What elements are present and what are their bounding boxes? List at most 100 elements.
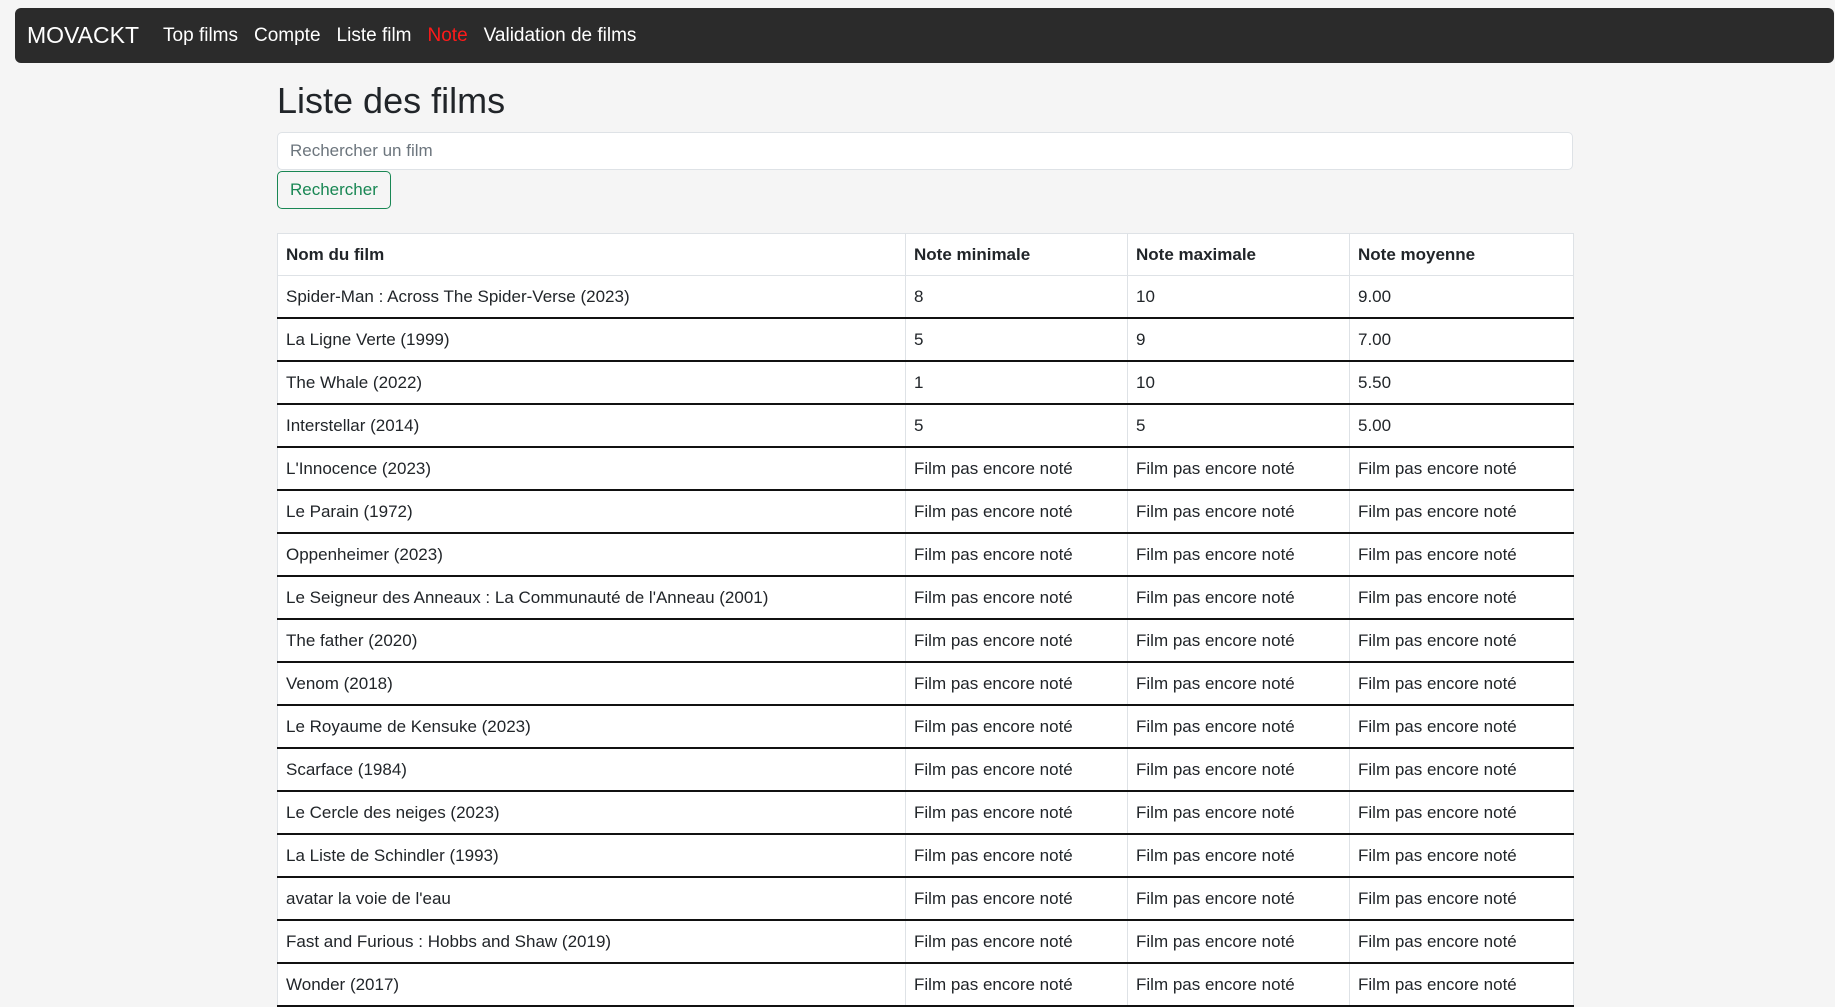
search-button[interactable]: Rechercher — [277, 171, 391, 210]
film-name-cell: La Liste de Schindler (1993) — [277, 834, 906, 879]
note-minimale-cell: Film pas encore noté — [905, 791, 1128, 836]
note-moyenne-cell: 7.00 — [1349, 318, 1574, 363]
nav-link-validation-de-films[interactable]: Validation de films — [484, 25, 637, 47]
note-maximale-cell: Film pas encore noté — [1127, 576, 1350, 621]
film-name-cell: Le Royaume de Kensuke (2023) — [277, 705, 906, 750]
table-header: Nom du film Note minimale Note maximale Not… — [277, 233, 1574, 277]
film-name-cell: Scarface (1984) — [277, 748, 906, 793]
page-title: Liste des films — [277, 80, 506, 121]
note-minimale-cell: Film pas encore noté — [905, 705, 1128, 750]
note-maximale-cell: Film pas encore noté — [1127, 619, 1350, 664]
note-moyenne-cell: Film pas encore noté — [1349, 490, 1574, 535]
navbar: MOVACKT Top films Compte Liste film Note… — [15, 8, 1834, 63]
film-name-cell: Le Seigneur des Anneaux : La Communauté … — [277, 576, 906, 621]
note-minimale-cell: Film pas encore noté — [905, 662, 1128, 707]
table-row: Le Cercle des neiges (2023) Film pas enco… — [277, 791, 1574, 836]
table-row: La Liste de Schindler (1993) Film pas enc… — [277, 834, 1574, 879]
table-row: Fast and Furious : Hobbs and Shaw (2019)… — [277, 920, 1574, 965]
note-minimale-cell: Film pas encore noté — [905, 877, 1128, 922]
note-minimale-cell: Film pas encore noté — [905, 576, 1128, 621]
note-minimale-cell: Film pas encore noté — [905, 920, 1128, 965]
note-maximale-cell: Film pas encore noté — [1127, 834, 1350, 879]
table-row: Oppenheimer (2023) Film pas encore noté Fi… — [277, 533, 1574, 578]
nav-link-liste-film[interactable]: Liste film — [337, 25, 412, 47]
nav-link-compte[interactable]: Compte — [254, 25, 321, 47]
note-maximale-cell: Film pas encore noté — [1127, 877, 1350, 922]
search-input[interactable] — [277, 132, 1573, 171]
note-moyenne-cell: 9.00 — [1349, 275, 1574, 320]
note-minimale-cell: Film pas encore noté — [905, 490, 1128, 535]
film-name-cell: L'Innocence (2023) — [277, 447, 906, 492]
table-row: The Whale (2022) 1 10 5.50 — [277, 361, 1574, 406]
film-name-cell: avatar la voie de l'eau — [277, 877, 906, 922]
film-name-cell: Venom (2018) — [277, 662, 906, 707]
table-body: Spider-Man : Across The Spider-Verse (20… — [277, 275, 1574, 1007]
film-name-cell: Interstellar (2014) — [277, 404, 906, 449]
note-moyenne-cell: Film pas encore noté — [1349, 748, 1574, 793]
note-moyenne-cell: Film pas encore noté — [1349, 619, 1574, 664]
note-maximale-cell: Film pas encore noté — [1127, 920, 1350, 965]
note-moyenne-cell: Film pas encore noté — [1349, 963, 1574, 1007]
note-minimale-cell: Film pas encore noté — [905, 533, 1128, 578]
note-maximale-cell: Film pas encore noté — [1127, 662, 1350, 707]
note-moyenne-cell: Film pas encore noté — [1349, 834, 1574, 879]
note-maximale-cell: Film pas encore noté — [1127, 447, 1350, 492]
main-content: Liste des films Rechercher Nom du filmNo… — [277, 63, 1574, 1007]
film-name-cell: La Ligne Verte (1999) — [277, 318, 906, 363]
note-moyenne-cell: Film pas encore noté — [1349, 533, 1574, 578]
table-row: L'Innocence (2023) Film pas encore noté Fi… — [277, 447, 1574, 492]
note-minimale-cell: 5 — [905, 404, 1128, 449]
note-moyenne-cell: 5.50 — [1349, 361, 1574, 406]
column-header-note-moyenne: Note moyenne — [1349, 233, 1574, 277]
note-minimale-cell: 5 — [905, 318, 1128, 363]
note-minimale-cell: Film pas encore noté — [905, 447, 1128, 492]
note-minimale-cell: Film pas encore noté — [905, 963, 1128, 1007]
note-moyenne-cell: Film pas encore noté — [1349, 662, 1574, 707]
table-row: Le Seigneur des Anneaux : La Communauté … — [277, 576, 1574, 621]
note-minimale-cell: Film pas encore noté — [905, 748, 1128, 793]
brand-link[interactable]: MOVACKT — [27, 22, 139, 49]
films-table: Nom du film Note minimale Note maximale Not… — [277, 233, 1574, 1007]
note-moyenne-cell: 5.00 — [1349, 404, 1574, 449]
nav-link-note[interactable]: Note — [428, 25, 468, 47]
note-minimale-cell: Film pas encore noté — [905, 834, 1128, 879]
nav-link-top-films[interactable]: Top films — [163, 25, 238, 47]
note-moyenne-cell: Film pas encore noté — [1349, 877, 1574, 922]
table-row: avatar la voie de l'eau Film pas encore n… — [277, 877, 1574, 922]
note-moyenne-cell: Film pas encore noté — [1349, 920, 1574, 965]
film-name-cell: Oppenheimer (2023) — [277, 533, 906, 578]
table-row: Interstellar (2014) 5 5 5.00 — [277, 404, 1574, 449]
note-maximale-cell: Film pas encore noté — [1127, 791, 1350, 836]
table-row: Venom (2018) Film pas encore noté Film pas… — [277, 662, 1574, 707]
note-maximale-cell: Film pas encore noté — [1127, 748, 1350, 793]
note-maximale-cell: 9 — [1127, 318, 1350, 363]
column-header-nom-du-film: Nom du film — [277, 233, 906, 277]
note-maximale-cell: Film pas encore noté — [1127, 490, 1350, 535]
film-name-cell: Spider-Man : Across The Spider-Verse (20… — [277, 275, 906, 320]
table-row: Le Parain (1972) Film pas encore noté Film… — [277, 490, 1574, 535]
film-name-cell: The Whale (2022) — [277, 361, 906, 406]
note-moyenne-cell: Film pas encore noté — [1349, 447, 1574, 492]
note-maximale-cell: 5 — [1127, 404, 1350, 449]
table-row: Wonder (2017) Film pas encore noté Film pa… — [277, 963, 1574, 1007]
note-moyenne-cell: Film pas encore noté — [1349, 791, 1574, 836]
note-moyenne-cell: Film pas encore noté — [1349, 576, 1574, 621]
note-maximale-cell: 10 — [1127, 275, 1350, 320]
table-row: The father (2020) Film pas encore noté Fil… — [277, 619, 1574, 664]
note-moyenne-cell: Film pas encore noté — [1349, 705, 1574, 750]
note-maximale-cell: Film pas encore noté — [1127, 963, 1350, 1007]
table-row: Spider-Man : Across The Spider-Verse (20… — [277, 275, 1574, 320]
note-minimale-cell: 1 — [905, 361, 1128, 406]
film-name-cell: Le Parain (1972) — [277, 490, 906, 535]
column-header-note-minimale: Note minimale — [905, 233, 1128, 277]
note-minimale-cell: 8 — [905, 275, 1128, 320]
film-name-cell: Wonder (2017) — [277, 963, 906, 1007]
note-maximale-cell: 10 — [1127, 361, 1350, 406]
column-header-note-maximale: Note maximale — [1127, 233, 1350, 277]
film-name-cell: Fast and Furious : Hobbs and Shaw (2019) — [277, 920, 906, 965]
note-maximale-cell: Film pas encore noté — [1127, 533, 1350, 578]
note-maximale-cell: Film pas encore noté — [1127, 705, 1350, 750]
table-row: Le Royaume de Kensuke (2023) Film pas enc… — [277, 705, 1574, 750]
table-header-row: Nom du film Note minimale Note maximale Not… — [277, 233, 1574, 277]
film-name-cell: The father (2020) — [277, 619, 906, 664]
